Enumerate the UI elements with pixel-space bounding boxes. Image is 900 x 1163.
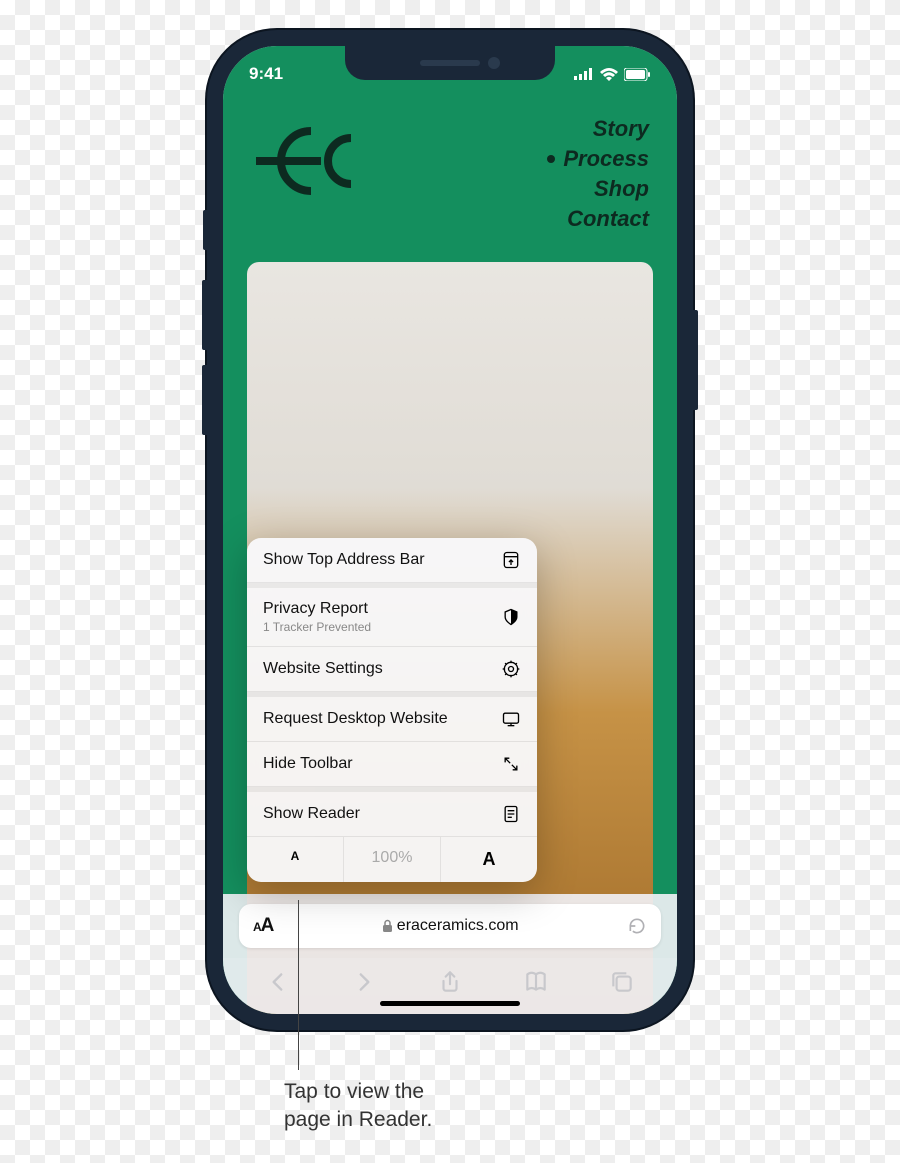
zoom-out-button[interactable]: A (247, 837, 344, 882)
page-settings-button[interactable]: AA (253, 915, 273, 937)
phone-screen: 9:41 Story Process Shop (223, 46, 677, 1014)
menu-show-reader[interactable]: Show Reader (247, 787, 537, 837)
menu-label: Hide Toolbar (263, 755, 353, 773)
nav-process[interactable]: Process (547, 146, 649, 172)
reader-icon (501, 804, 521, 824)
reload-icon[interactable] (627, 916, 647, 936)
phone-frame: 9:41 Story Process Shop (207, 30, 693, 1030)
menu-show-top-address-bar[interactable]: Show Top Address Bar (247, 538, 537, 583)
menu-request-desktop[interactable]: Request Desktop Website (247, 692, 537, 742)
privacy-sub: 1 Tracker Prevented (263, 620, 371, 634)
callout-line (298, 900, 299, 1070)
site-logo (251, 116, 381, 206)
phone-notch (345, 46, 555, 80)
address-bar[interactable]: AA eraceramics.com (239, 904, 661, 948)
gear-icon (501, 659, 521, 679)
zoom-in-button[interactable]: A (441, 837, 537, 882)
url-display[interactable]: eraceramics.com (283, 917, 617, 935)
menu-privacy-report[interactable]: Privacy Report 1 Tracker Prevented (247, 583, 537, 647)
share-button[interactable] (437, 969, 463, 995)
menu-label: Website Settings (263, 660, 383, 678)
shield-icon (501, 607, 521, 627)
back-button[interactable] (265, 969, 291, 995)
bookmarks-button[interactable] (523, 969, 549, 995)
address-bar-container: AA eraceramics.com (223, 894, 677, 958)
menu-hide-toolbar[interactable]: Hide Toolbar (247, 742, 537, 787)
menu-label: Request Desktop Website (263, 710, 448, 728)
tabs-button[interactable] (609, 969, 635, 995)
callout-text: Tap to view the page in Reader. (284, 1078, 544, 1135)
wifi-icon (600, 68, 618, 81)
zoom-level[interactable]: 100% (344, 837, 441, 882)
zoom-row: A 100% A (247, 837, 537, 882)
cellular-icon (574, 68, 594, 80)
battery-icon (624, 68, 651, 81)
menu-label: Privacy Report 1 Tracker Prevented (263, 600, 371, 634)
page-settings-menu: Show Top Address Bar Privacy Report 1 Tr… (247, 538, 537, 882)
address-bar-top-icon (501, 550, 521, 570)
desktop-icon (501, 709, 521, 729)
menu-label: Show Reader (263, 805, 360, 823)
forward-button[interactable] (351, 969, 377, 995)
menu-label: Show Top Address Bar (263, 551, 425, 569)
expand-icon (501, 754, 521, 774)
nav-story[interactable]: Story (593, 116, 649, 142)
nav-contact[interactable]: Contact (567, 206, 649, 232)
site-nav: Story Process Shop Contact (547, 116, 649, 232)
lock-icon (382, 919, 393, 933)
nav-shop[interactable]: Shop (594, 176, 649, 202)
status-time: 9:41 (249, 64, 283, 84)
menu-website-settings[interactable]: Website Settings (247, 647, 537, 692)
home-indicator[interactable] (380, 1001, 520, 1006)
